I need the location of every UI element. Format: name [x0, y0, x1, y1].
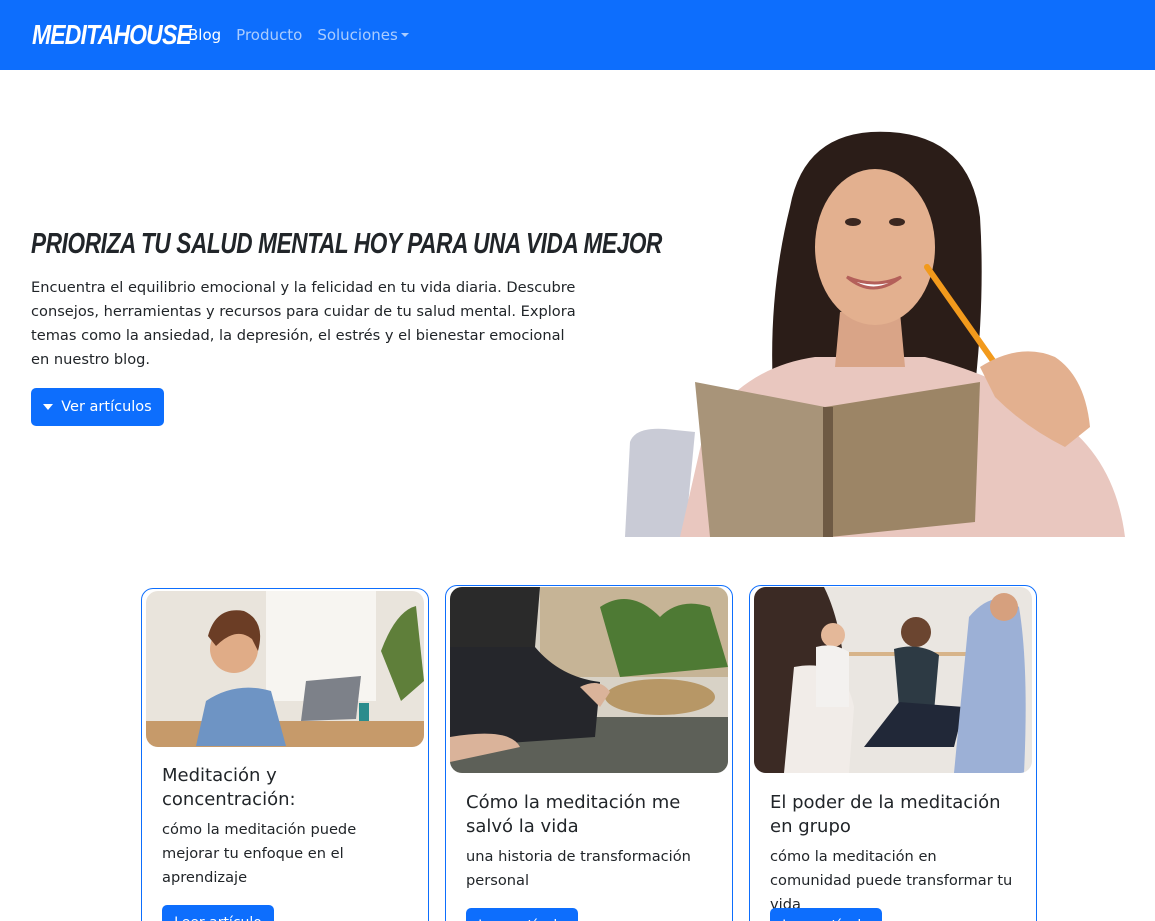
ver-articulos-button[interactable]: Ver artículos	[31, 388, 164, 426]
card-image	[450, 587, 728, 773]
nav-dropdown-label: Soluciones	[317, 26, 398, 44]
card-image	[146, 591, 424, 747]
nav-dropdown-soluciones[interactable]: Soluciones	[317, 26, 409, 44]
article-card[interactable]: Meditación y concentración: cómo la medi…	[141, 588, 429, 921]
card-title: El poder de la meditación en grupo	[770, 792, 1001, 837]
ver-articulos-label: Ver artículos	[61, 399, 152, 415]
hero-description: Encuentra el equilibrio emocional y la f…	[31, 279, 576, 368]
article-card[interactable]: El poder de la meditación en grupo cómo …	[749, 585, 1037, 921]
hero-title: PRIORIZA TU SALUD MENTAL HOY PARA UNA VI…	[31, 228, 663, 260]
top-navbar: MEDITAHOUSE Blog Producto Soluciones	[0, 0, 1155, 70]
leer-articulo-button[interactable]: Leer artículo	[466, 908, 578, 921]
brand-logo[interactable]: MEDITAHOUSE	[32, 19, 192, 51]
caret-down-icon	[43, 404, 54, 410]
card-description: cómo la meditación puede mejorar tu enfo…	[162, 821, 357, 886]
card-description: una historia de transformación personal	[466, 848, 691, 889]
card-title: Meditación y concentración:	[162, 765, 296, 810]
card-description: cómo la meditación en comunidad puede tr…	[770, 848, 1013, 913]
article-card[interactable]: Cómo la meditación me salvó la vida una …	[445, 585, 733, 921]
card-title: Cómo la meditación me salvó la vida	[466, 792, 681, 837]
nav-link-producto[interactable]: Producto	[236, 26, 302, 44]
nav-link-blog[interactable]: Blog	[188, 26, 221, 44]
chevron-down-icon	[400, 33, 409, 37]
leer-articulo-button[interactable]: Leer artículo	[770, 908, 882, 921]
card-image	[754, 587, 1032, 773]
leer-articulo-button[interactable]: Leer artículo	[162, 905, 274, 921]
hero-image	[625, 127, 1130, 537]
